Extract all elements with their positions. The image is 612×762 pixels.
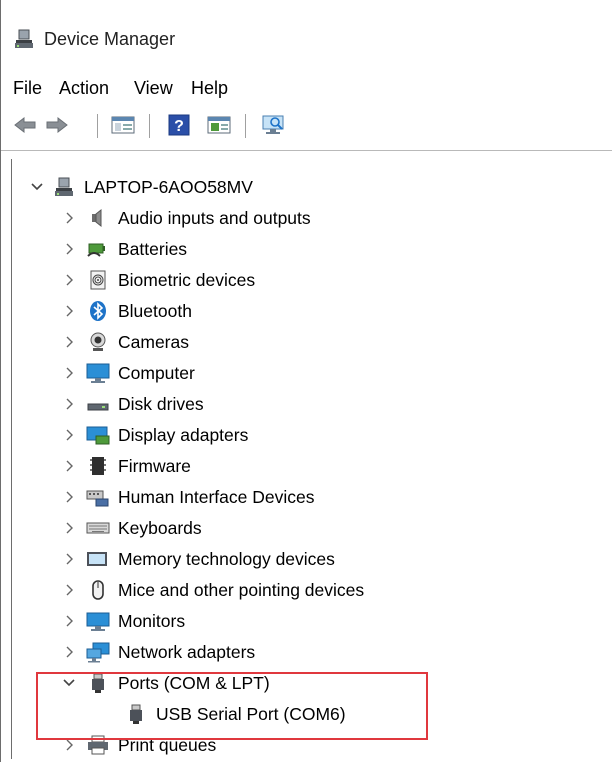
tree-item-label: Memory technology devices <box>118 548 335 569</box>
tree-item-label: Firmware <box>118 455 191 476</box>
menu-bar: File Action View Help <box>1 74 612 104</box>
scan-hardware-icon[interactable] <box>259 112 289 138</box>
chevron-right-icon[interactable] <box>62 738 76 752</box>
tree-item-mice[interactable]: Mice and other pointing devices <box>62 576 364 604</box>
disk-drive-icon <box>86 392 110 416</box>
menu-file[interactable]: File <box>13 78 42 99</box>
toolbar-separator <box>149 114 150 138</box>
chevron-right-icon[interactable] <box>62 211 76 225</box>
tree-item-label: Monitors <box>118 610 186 631</box>
toolbar: ? <box>1 108 612 144</box>
tree-item-label: Display adapters <box>118 424 249 445</box>
tree-item-hid[interactable]: Human Interface Devices <box>62 483 314 511</box>
display-adapter-icon <box>86 423 110 447</box>
bluetooth-icon <box>86 299 110 323</box>
chevron-right-icon[interactable] <box>62 428 76 442</box>
show-hide-console-tree-icon[interactable] <box>109 112 137 138</box>
mouse-icon <box>86 578 110 602</box>
hid-icon <box>86 485 110 509</box>
memory-card-icon <box>86 547 110 571</box>
tree-root-label: LAPTOP-6AOO58MV <box>84 176 253 197</box>
tree-item-display-adapters[interactable]: Display adapters <box>62 421 248 449</box>
chevron-down-icon[interactable] <box>30 180 44 194</box>
properties-icon[interactable] <box>205 112 233 138</box>
tree-item-label: Audio inputs and outputs <box>118 207 311 228</box>
computer-icon <box>52 175 76 199</box>
chevron-right-icon[interactable] <box>62 490 76 504</box>
tree-item-label: Human Interface Devices <box>118 486 315 507</box>
monitor-icon <box>86 609 110 633</box>
tree-item-label: Keyboards <box>118 517 202 538</box>
chip-icon <box>86 454 110 478</box>
help-icon[interactable]: ? <box>165 112 193 138</box>
keyboard-icon <box>86 516 110 540</box>
highlight-annotation-box <box>36 672 428 740</box>
device-tree: LAPTOP-6AOO58MV Audio inputs and outputs… <box>11 159 601 759</box>
chevron-right-icon[interactable] <box>62 242 76 256</box>
tree-item-label: Disk drives <box>118 393 204 414</box>
tree-item-monitors[interactable]: Monitors <box>62 607 185 635</box>
chevron-right-icon[interactable] <box>62 552 76 566</box>
speaker-icon <box>86 206 110 230</box>
monitor-icon <box>86 361 110 385</box>
tree-item-label: Bluetooth <box>118 300 192 321</box>
tree-item-bluetooth[interactable]: Bluetooth <box>62 297 192 325</box>
chevron-right-icon[interactable] <box>62 304 76 318</box>
tree-item-disk-drives[interactable]: Disk drives <box>62 390 204 418</box>
tree-item-batteries[interactable]: Batteries <box>62 235 187 263</box>
tree-item-audio[interactable]: Audio inputs and outputs <box>62 204 311 232</box>
tree-item-network[interactable]: Network adapters <box>62 638 255 666</box>
tree-item-label: Cameras <box>118 331 189 352</box>
webcam-icon <box>86 330 110 354</box>
chevron-right-icon[interactable] <box>62 366 76 380</box>
fingerprint-icon <box>86 268 110 292</box>
forward-icon[interactable] <box>43 112 71 138</box>
menu-help[interactable]: Help <box>191 78 228 99</box>
tree-item-label: Mice and other pointing devices <box>118 579 365 600</box>
tree-root-node[interactable]: LAPTOP-6AOO58MV <box>30 173 253 201</box>
title-bar: Device Manager <box>1 0 612 72</box>
menu-action[interactable]: Action <box>59 78 109 99</box>
toolbar-separator <box>245 114 246 138</box>
svg-text:?: ? <box>174 118 184 135</box>
chevron-right-icon[interactable] <box>62 459 76 473</box>
tree-item-biometric[interactable]: Biometric devices <box>62 266 255 294</box>
toolbar-separator <box>97 114 98 138</box>
chevron-right-icon[interactable] <box>62 397 76 411</box>
chevron-right-icon[interactable] <box>62 645 76 659</box>
tree-item-cameras[interactable]: Cameras <box>62 328 189 356</box>
chevron-right-icon[interactable] <box>62 521 76 535</box>
network-adapter-icon <box>86 640 110 664</box>
device-manager-icon <box>13 28 35 50</box>
tree-item-label: Computer <box>118 362 195 383</box>
tree-item-firmware[interactable]: Firmware <box>62 452 191 480</box>
device-tree-pane: LAPTOP-6AOO58MV Audio inputs and outputs… <box>1 150 612 762</box>
tree-item-memory-tech[interactable]: Memory technology devices <box>62 545 335 573</box>
chevron-right-icon[interactable] <box>62 614 76 628</box>
tree-item-label: Batteries <box>118 238 188 259</box>
chevron-right-icon[interactable] <box>62 335 76 349</box>
device-manager-window: Device Manager File Action View Help ? L… <box>0 0 612 762</box>
chevron-right-icon[interactable] <box>62 583 76 597</box>
menu-view[interactable]: View <box>134 78 173 99</box>
window-title: Device Manager <box>44 29 176 49</box>
chevron-right-icon[interactable] <box>62 273 76 287</box>
battery-icon <box>86 237 110 261</box>
tree-item-keyboards[interactable]: Keyboards <box>62 514 202 542</box>
tree-item-label: Network adapters <box>118 641 256 662</box>
back-icon[interactable] <box>11 112 39 138</box>
tree-item-computer[interactable]: Computer <box>62 359 195 387</box>
tree-item-label: Biometric devices <box>118 269 256 290</box>
